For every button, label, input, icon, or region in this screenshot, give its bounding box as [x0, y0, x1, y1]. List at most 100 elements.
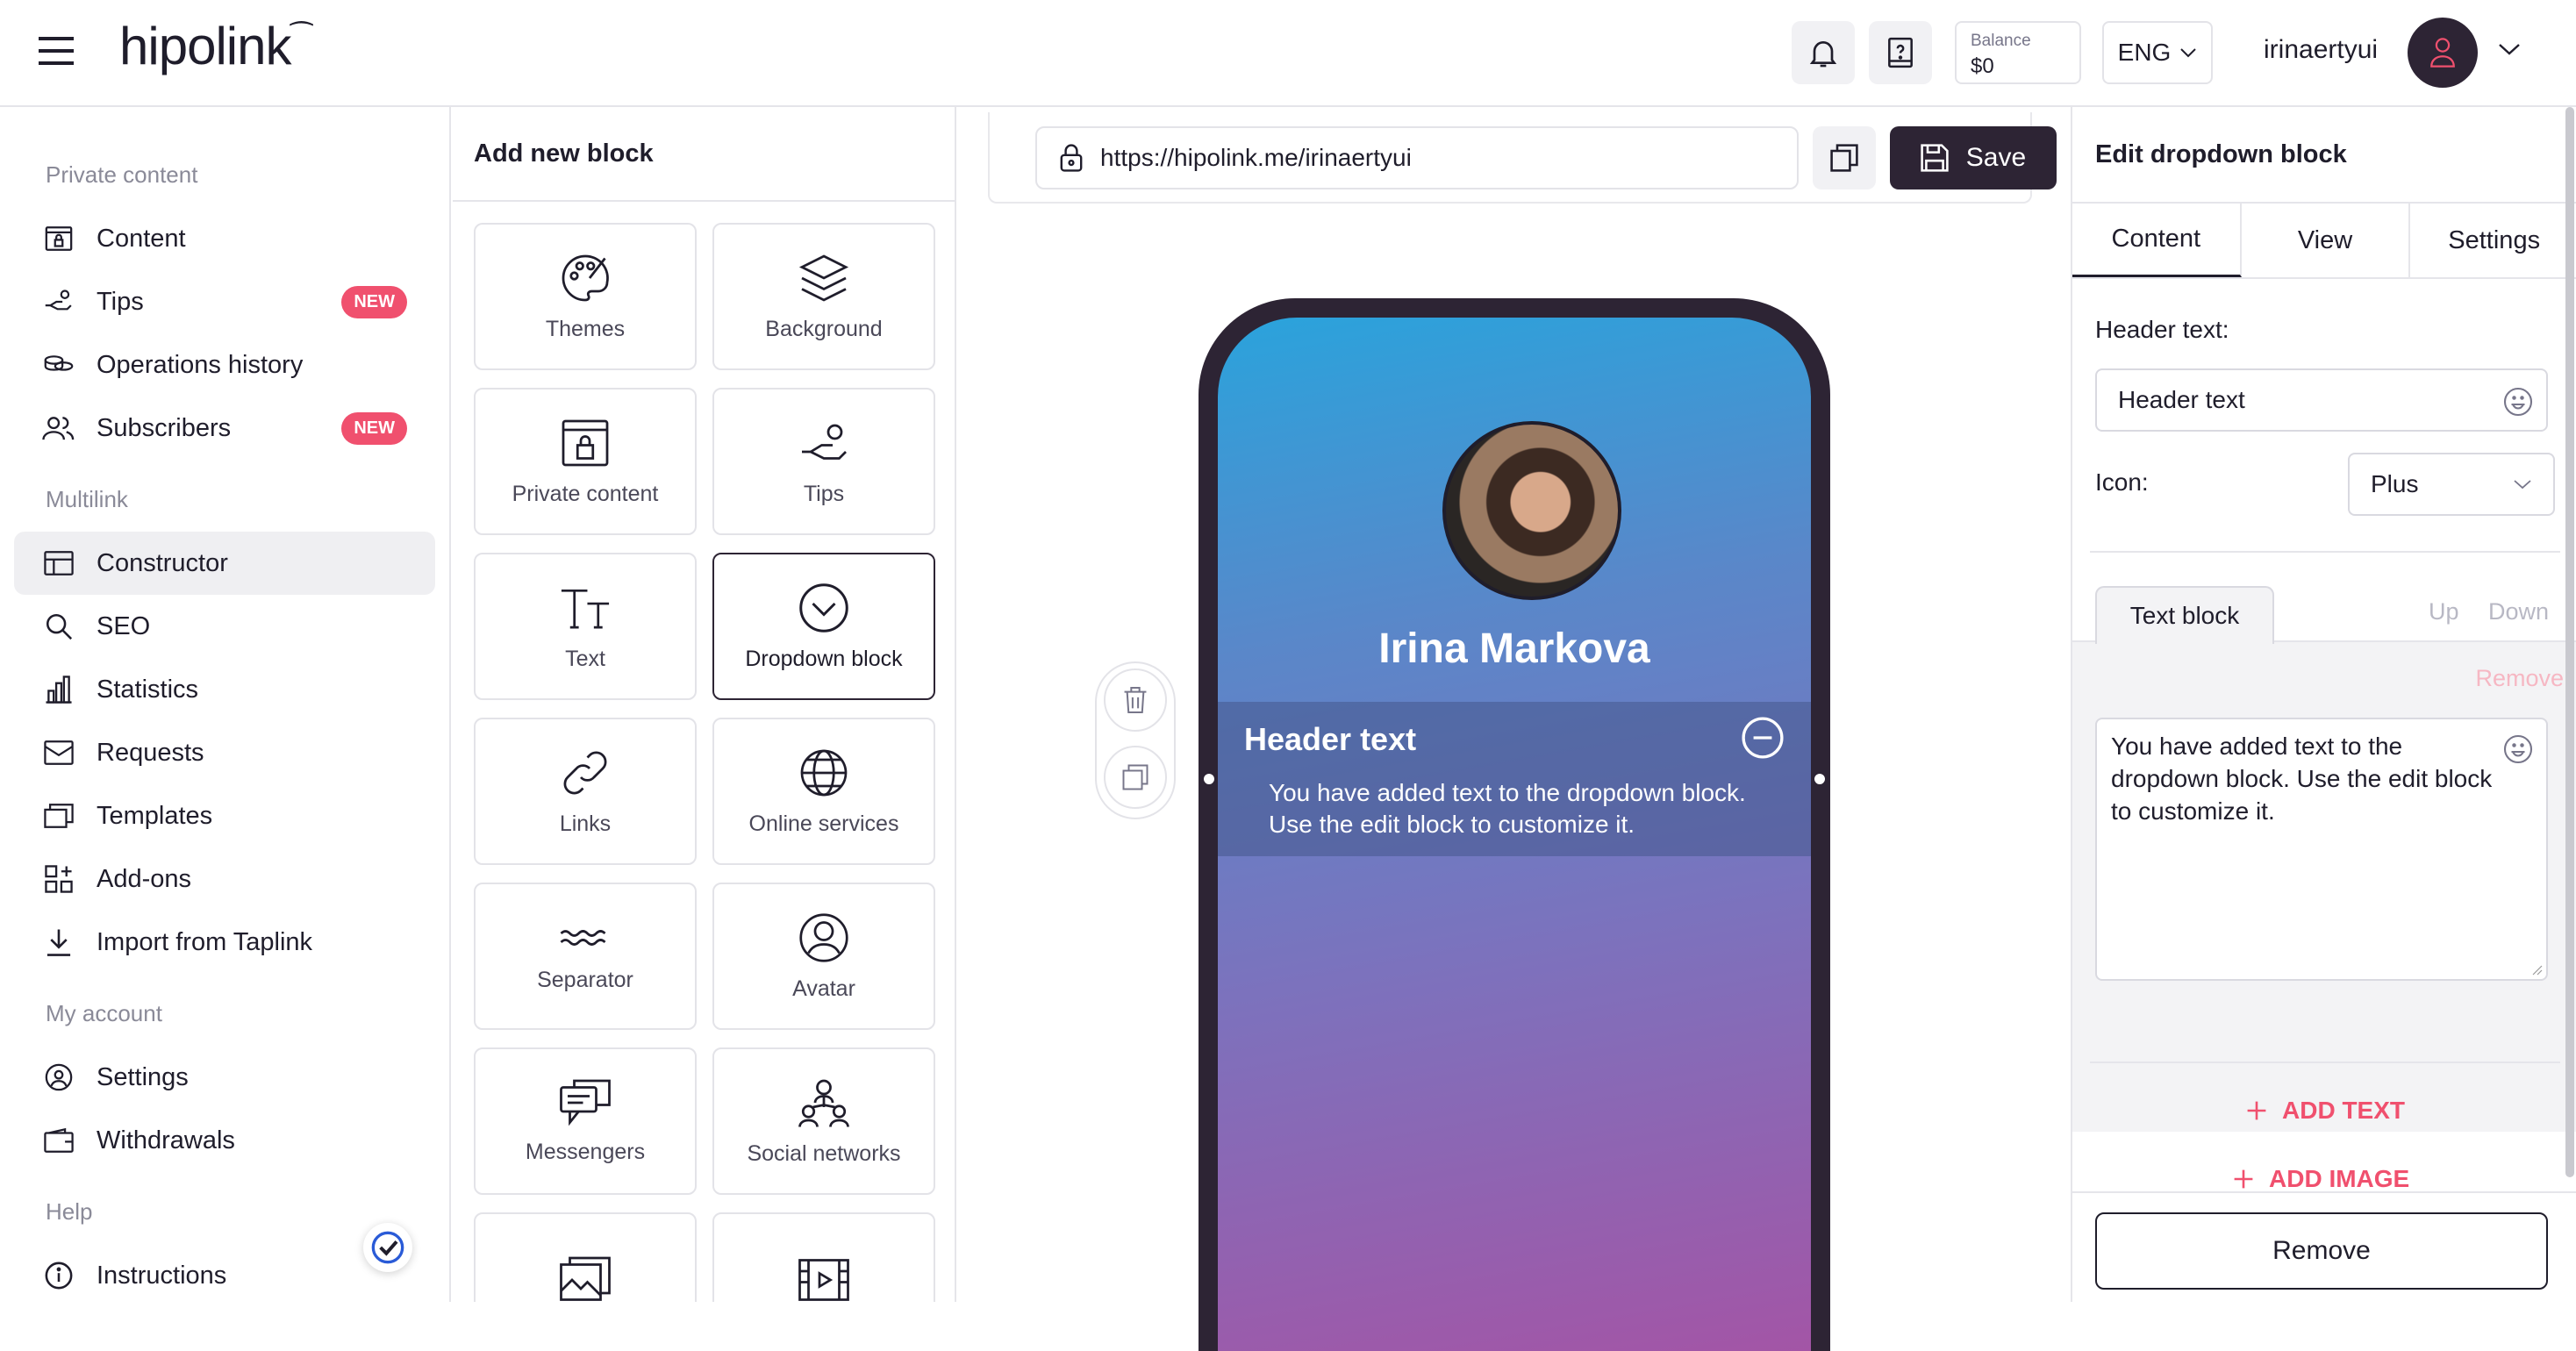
video-icon — [798, 1259, 849, 1301]
sidebar-item-label: Settings — [97, 1062, 189, 1091]
profile-photo[interactable] — [1442, 421, 1621, 600]
block-tile-dropdown[interactable]: Dropdown block — [712, 553, 935, 700]
sidebar-item-label: Constructor — [97, 548, 228, 577]
sidebar-item-seo[interactable]: SEO — [14, 595, 435, 658]
remove-block-button[interactable]: Remove — [2095, 1212, 2548, 1290]
duplicate-block-button[interactable] — [1104, 746, 1167, 809]
sidebar-item-statistics[interactable]: Statistics — [14, 658, 435, 721]
sidebar-item-import-taplink[interactable]: Import from Taplink — [14, 911, 435, 974]
sidebar-item-templates[interactable]: Templates — [14, 784, 435, 847]
bell-icon[interactable] — [1792, 21, 1855, 84]
balance-label: Balance — [1971, 32, 2031, 50]
block-tile-gallery[interactable] — [474, 1212, 697, 1302]
plus-icon — [2247, 1101, 2266, 1120]
sidebar-item-constructor[interactable]: Constructor — [14, 532, 435, 595]
phone-preview: Irina Markova Header text You have added… — [1199, 298, 1830, 1351]
tab-content[interactable]: Content — [2072, 204, 2242, 277]
link-icon — [563, 751, 607, 794]
block-tile-online-services[interactable]: Online services — [712, 718, 935, 865]
add-image-button[interactable]: ADD IMAGE — [2072, 1165, 2576, 1193]
sidebar-item-label: Statistics — [97, 675, 199, 704]
chat-icon — [560, 1079, 611, 1126]
sidebar-item-operations-history[interactable]: Operations history — [14, 333, 435, 397]
grid-plus-icon — [42, 862, 75, 896]
header-text-label: Header text: — [2095, 316, 2229, 343]
dropdown-block-preview[interactable]: Header text You have added text to the d… — [1218, 702, 1811, 856]
new-badge: NEW — [341, 411, 407, 445]
divider — [2090, 551, 2560, 553]
verified-check-icon[interactable] — [363, 1223, 412, 1272]
sidebar-item-add-ons[interactable]: Add-ons — [14, 847, 435, 911]
edit-tabs: Content View Settings — [2072, 202, 2576, 279]
tile-label: Background — [765, 316, 883, 341]
resize-grip-icon[interactable] — [2530, 963, 2543, 976]
emoji-icon[interactable] — [2502, 733, 2534, 765]
sidebar-item-label: Add-ons — [97, 864, 192, 893]
copy-url-button[interactable] — [1813, 126, 1876, 189]
add-text-button[interactable]: ADD TEXT — [2072, 1097, 2576, 1125]
balance-widget[interactable]: Balance $0 — [1955, 21, 2081, 84]
username[interactable]: irinaertyui — [2264, 35, 2378, 65]
profile-name[interactable]: Irina Markova — [1218, 625, 1811, 673]
balance-value: $0 — [1971, 54, 1994, 78]
user-avatar[interactable] — [2408, 18, 2478, 88]
tile-label: Private content — [512, 481, 659, 506]
resize-handle-left[interactable] — [1202, 772, 1216, 786]
layers-icon — [798, 254, 849, 302]
sidebar-item-requests[interactable]: Requests — [14, 721, 435, 784]
block-tile-social-networks[interactable]: Social networks — [712, 1047, 935, 1195]
menu-icon[interactable] — [39, 33, 77, 68]
remove-text-block-link[interactable]: Remove — [2475, 665, 2564, 692]
tile-label: Tips — [803, 481, 845, 506]
text-block-tab[interactable]: Text block — [2095, 586, 2274, 644]
logo[interactable]: hipolink⁀ — [119, 16, 312, 76]
block-tile-messengers[interactable]: Messengers — [474, 1047, 697, 1195]
chevron-circle-icon — [799, 583, 848, 633]
block-tile-background[interactable]: Background — [712, 223, 935, 370]
sidebar-item-settings[interactable]: Settings — [14, 1046, 435, 1109]
block-tile-video[interactable] — [712, 1212, 935, 1302]
move-up-button[interactable]: Up — [2429, 598, 2459, 625]
save-button[interactable]: Save — [1890, 126, 2057, 189]
sidebar-item-tips[interactable]: Tips NEW — [14, 270, 435, 333]
icon-select[interactable]: Plus — [2348, 453, 2555, 516]
language-select[interactable]: ENG — [2102, 21, 2213, 84]
emoji-icon[interactable] — [2502, 386, 2534, 418]
sidebar-item-content[interactable]: Content — [14, 207, 435, 270]
header-text-input[interactable]: Header text — [2095, 368, 2548, 432]
chevron-down-icon — [2180, 48, 2197, 58]
block-tile-themes[interactable]: Themes — [474, 223, 697, 370]
floppy-icon — [1921, 144, 1949, 172]
tab-settings[interactable]: Settings — [2410, 204, 2576, 277]
block-tile-text[interactable]: Text — [474, 553, 697, 700]
block-tile-private-content[interactable]: Private content — [474, 388, 697, 535]
sidebar-item-withdrawals[interactable]: Withdrawals — [14, 1109, 435, 1172]
block-tile-avatar[interactable]: Avatar — [712, 883, 935, 1030]
text-block-textarea[interactable]: You have added text to the dropdown bloc… — [2095, 718, 2548, 981]
lock-icon — [1060, 144, 1083, 172]
resize-handle-right[interactable] — [1813, 772, 1827, 786]
help-book-icon[interactable] — [1869, 21, 1932, 84]
minus-circle-icon[interactable] — [1741, 716, 1785, 760]
tab-view[interactable]: View — [2242, 204, 2411, 277]
sidebar-item-label: Import from Taplink — [97, 927, 313, 956]
block-tile-separator[interactable]: Separator — [474, 883, 697, 1030]
icon-label: Icon: — [2095, 468, 2149, 496]
sidebar-item-subscribers[interactable]: Subscribers NEW — [14, 397, 435, 460]
block-tile-tips[interactable]: Tips — [712, 388, 935, 535]
move-down-button[interactable]: Down — [2488, 598, 2549, 625]
block-tile-links[interactable]: Links — [474, 718, 697, 865]
tile-label: Dropdown block — [745, 646, 903, 671]
add-image-label: ADD IMAGE — [2269, 1165, 2410, 1192]
tile-label: Separator — [537, 967, 633, 992]
duplicate-icon — [1122, 764, 1148, 790]
tile-label: Text — [565, 646, 605, 671]
section-my-account: My account — [46, 1000, 162, 1026]
scrollbar[interactable] — [2565, 107, 2574, 1177]
chevron-down-icon[interactable] — [2497, 40, 2522, 58]
dropdown-body: You have added text to the dropdown bloc… — [1269, 779, 1746, 838]
sidebar-item-label: Withdrawals — [97, 1126, 235, 1154]
delete-block-button[interactable] — [1104, 668, 1167, 732]
tile-label: Themes — [545, 316, 626, 341]
page-url-field[interactable]: https://hipolink.me/irinaertyui — [1035, 126, 1799, 189]
